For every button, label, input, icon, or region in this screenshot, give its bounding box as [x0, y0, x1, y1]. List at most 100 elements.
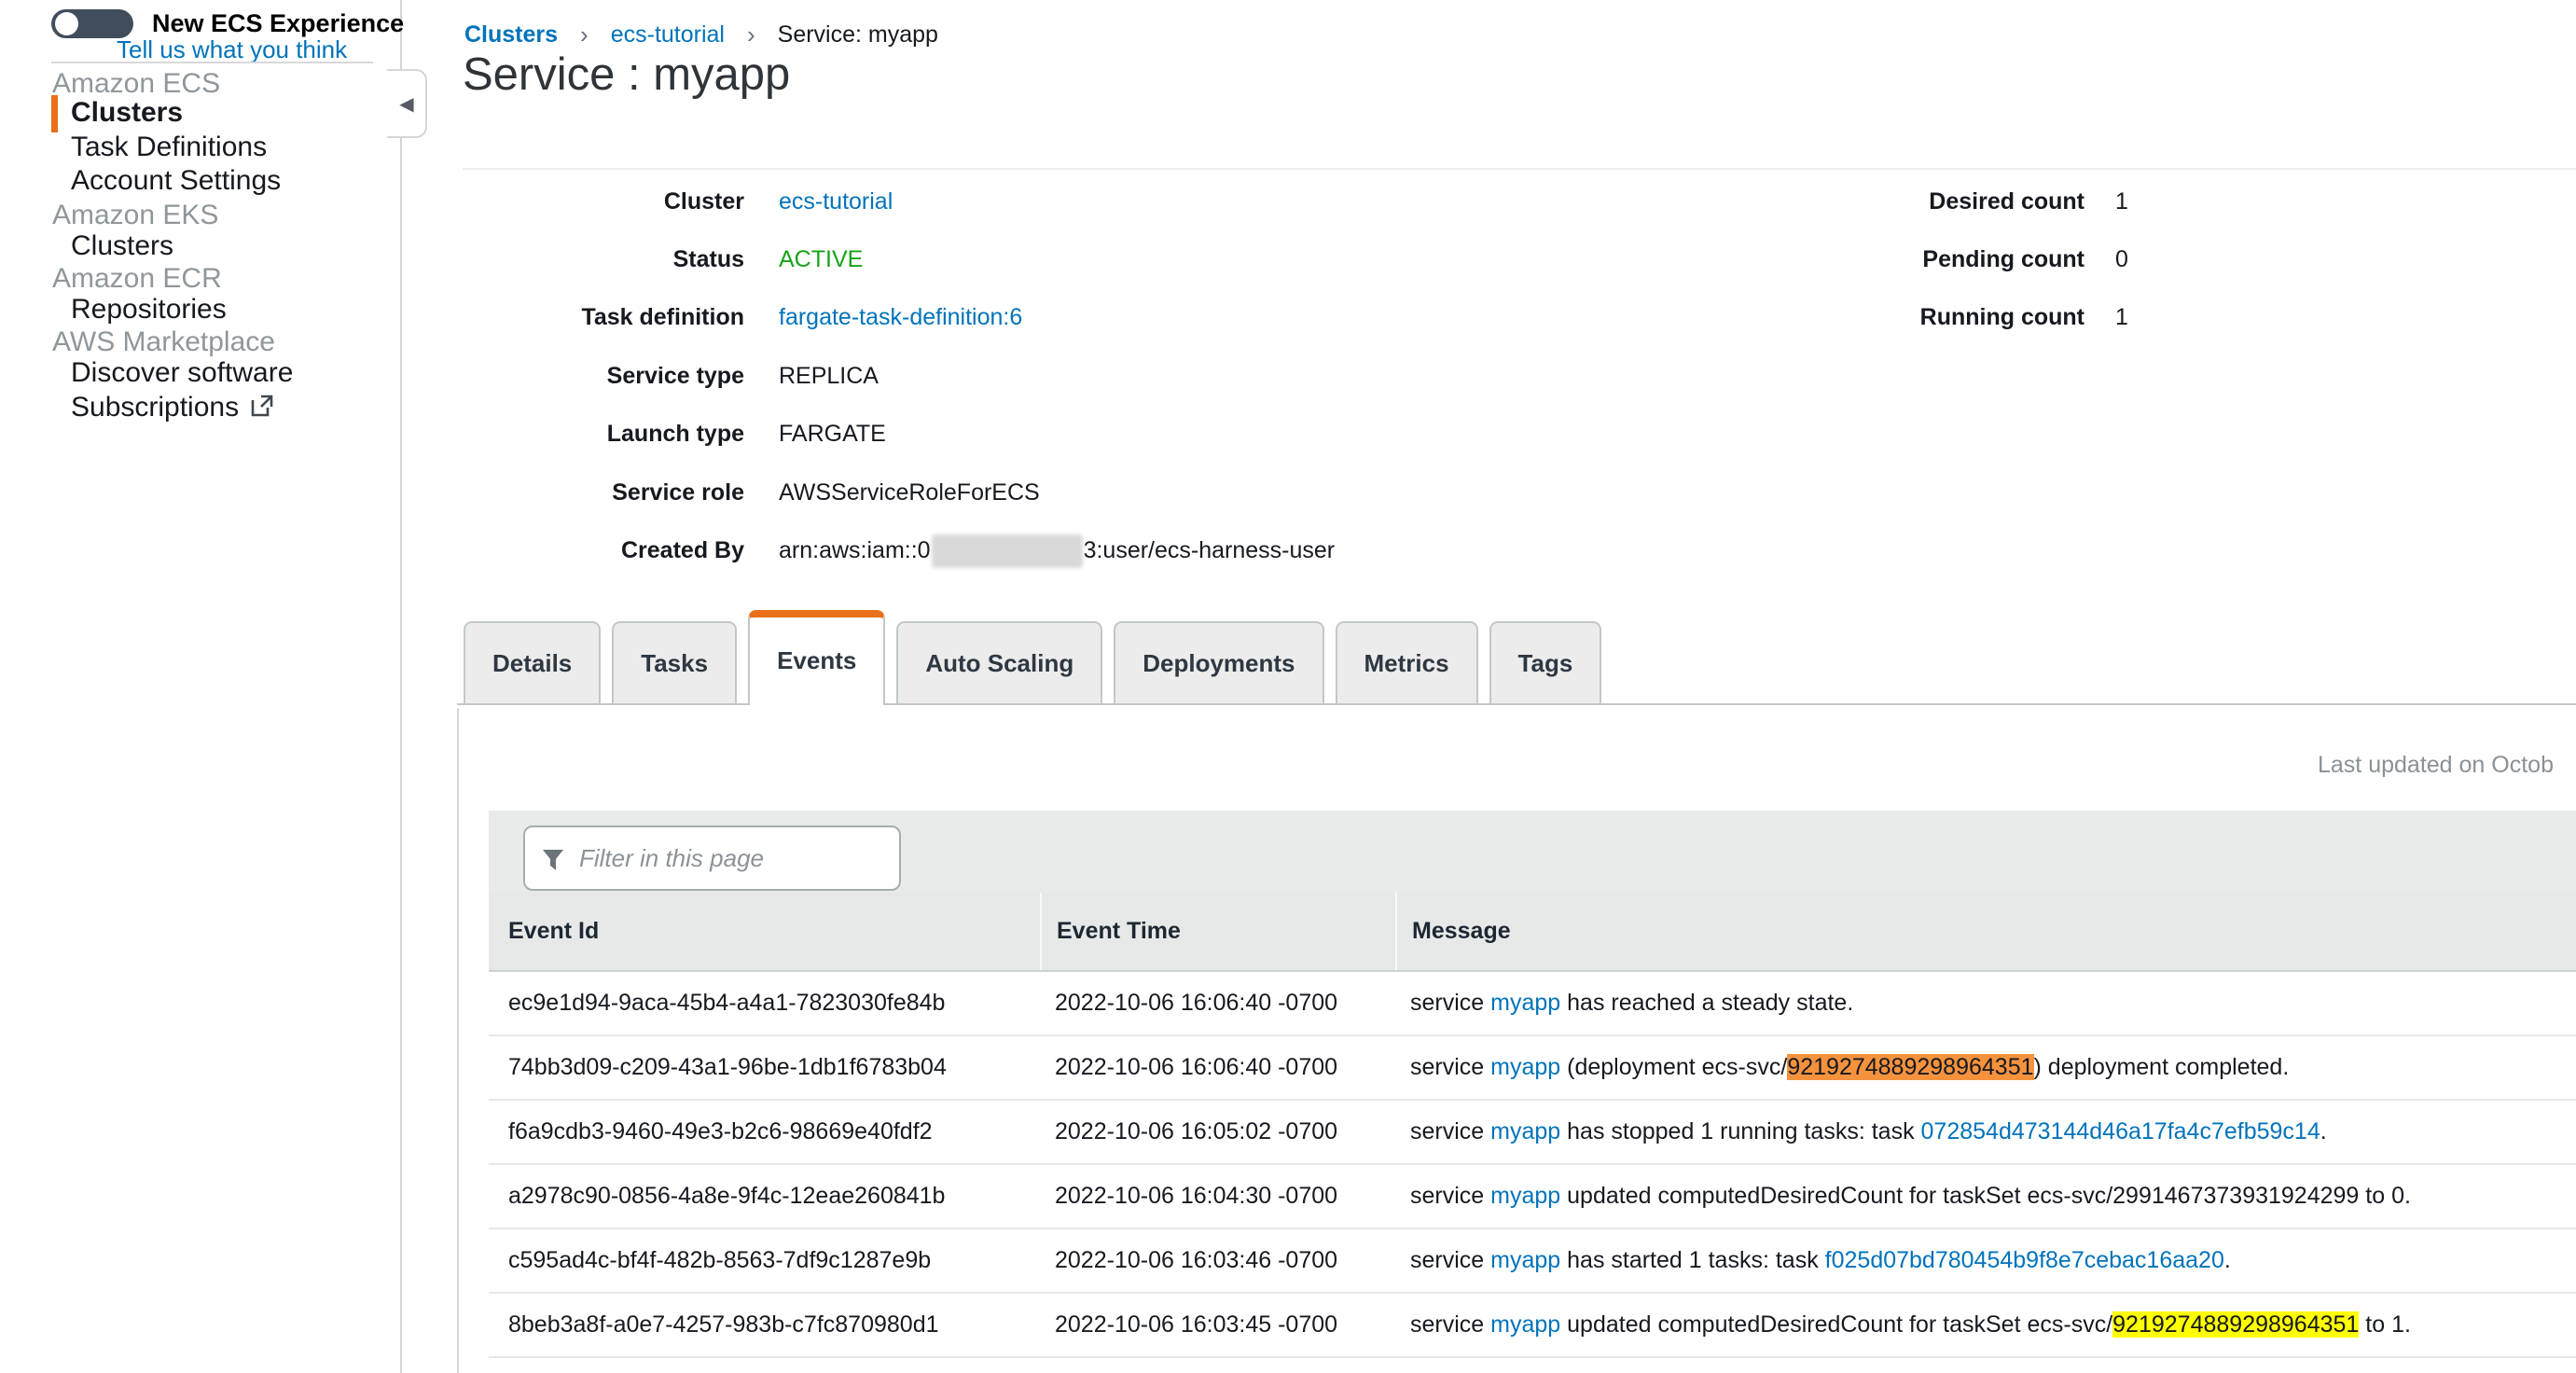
pending-count-value: 0 — [2115, 241, 2128, 278]
message-text: service — [1410, 1183, 1490, 1209]
message-link[interactable]: 072854d473144d46a17fa4c7efb59c14 — [1921, 1118, 2320, 1144]
last-updated-text: Last updated on Octob — [2318, 752, 2554, 779]
filter-strip — [489, 811, 2576, 893]
detail-label: Service type — [404, 357, 744, 395]
highlighted-deployment-id: 9219274889298964351 — [2112, 1311, 2359, 1338]
tab-strip: Details Tasks Events Auto Scaling Deploy… — [457, 613, 2576, 705]
message-text: has reached a steady state. — [1560, 990, 1853, 1016]
tab-metrics[interactable]: Metrics — [1336, 621, 1478, 703]
filter-box — [523, 825, 901, 891]
message-link[interactable]: myapp — [1490, 1247, 1560, 1273]
tab-auto-scaling[interactable]: Auto Scaling — [896, 621, 1102, 703]
message-link[interactable]: f025d07bd780454b9f8e7cebac16aa20 — [1825, 1247, 2224, 1273]
breadcrumb-clusters-link[interactable]: Clusters — [464, 21, 558, 49]
chevron-left-icon: ◀ — [399, 92, 413, 116]
message-text: . — [2224, 1247, 2231, 1273]
detail-label: Created By — [404, 532, 744, 569]
breadcrumb-current: Service: myapp — [778, 21, 938, 49]
created-by-value: arn:aws:iam::03:user/ecs-harness-user — [779, 532, 1335, 569]
sidebar-item-subscriptions[interactable]: Subscriptions — [0, 392, 274, 423]
sidebar-divider — [51, 62, 373, 63]
table-row: c595ad4c-bf4f-482b-8563-7df9c1287e9b 202… — [489, 1229, 2576, 1294]
tab-tags[interactable]: Tags — [1489, 621, 1602, 703]
sidebar-item-task-definitions[interactable]: Task Definitions — [0, 132, 267, 163]
column-header-event-id: Event Id — [489, 918, 1040, 945]
table-row: ec9e1d94-9aca-45b4-a4a1-7823030fe84b 202… — [489, 972, 2576, 1036]
sidebar-collapse-button[interactable]: ◀ — [386, 69, 427, 138]
active-indicator-bar — [51, 95, 58, 132]
section-header-amazon-eks: Amazon EKS — [0, 200, 218, 231]
new-ecs-experience-label: New ECS Experience — [152, 9, 404, 38]
message-text: service — [1410, 1247, 1490, 1273]
detail-row-service-role: Service role AWSServiceRoleForECS — [404, 474, 2576, 511]
message-link[interactable]: myapp — [1490, 1118, 1560, 1144]
redacted-account-id — [932, 534, 1083, 568]
feedback-link[interactable]: Tell us what you think — [117, 35, 347, 64]
table-header-row: Event Id Event Time Message — [489, 893, 2576, 972]
tab-events[interactable]: Events — [748, 610, 885, 705]
event-time-cell: 2022-10-06 16:03:46 -0700 — [1040, 1247, 1395, 1274]
event-message-cell: service myapp has started 1 tasks: task … — [1395, 1247, 2576, 1274]
event-id-cell: 8beb3a8f-a0e7-4257-983b-c7fc870980d1 — [489, 1311, 1040, 1338]
detail-value: AWSServiceRoleForECS — [779, 474, 1040, 511]
message-text: service — [1410, 990, 1490, 1016]
message-text: has started 1 tasks: task — [1560, 1247, 1824, 1273]
desired-count-value: 1 — [2115, 183, 2128, 220]
message-text: updated computedDesiredCount for taskSet… — [1560, 1311, 2112, 1338]
toggle-knob-icon — [55, 12, 78, 35]
event-id-cell: 74bb3d09-c209-43a1-96be-1db1f6783b04 — [489, 1054, 1040, 1081]
detail-row-created-by: Created By arn:aws:iam::03:user/ecs-harn… — [404, 532, 2576, 569]
external-link-icon — [250, 394, 274, 425]
message-text: (deployment ecs-svc/ — [1560, 1054, 1787, 1080]
tab-deployments[interactable]: Deployments — [1114, 621, 1323, 703]
page-title: Service : myapp — [463, 49, 790, 101]
message-link[interactable]: myapp — [1490, 1311, 1560, 1338]
sidebar-item-repositories[interactable]: Repositories — [0, 294, 227, 326]
table-row: 923b05c1-30b2-47bb-b535-9d2be22084e4 202… — [489, 1358, 2576, 1373]
events-table: Event Id Event Time Message ec9e1d94-9ac… — [489, 893, 2576, 1373]
sidebar-item-discover-software[interactable]: Discover software — [0, 357, 293, 389]
detail-value: FARGATE — [779, 415, 886, 452]
detail-label: Service role — [404, 474, 744, 511]
event-id-cell: ec9e1d94-9aca-45b4-a4a1-7823030fe84b — [489, 990, 1040, 1017]
tab-details[interactable]: Details — [464, 621, 601, 703]
event-time-cell: 2022-10-06 16:06:40 -0700 — [1040, 1054, 1395, 1081]
message-text: . — [2320, 1118, 2327, 1144]
event-message-cell: service myapp (deployment ecs-svc/921927… — [1395, 1054, 2576, 1081]
event-time-cell: 2022-10-06 16:03:45 -0700 — [1040, 1311, 1395, 1338]
event-id-cell: a2978c90-0856-4a8e-9f4c-12eae260841b — [489, 1183, 1040, 1210]
running-count-value: 1 — [2115, 298, 2128, 336]
table-row: a2978c90-0856-4a8e-9f4c-12eae260841b 202… — [489, 1165, 2576, 1229]
event-message-cell: service myapp has stopped 1 running task… — [1395, 1118, 2576, 1145]
table-row: 8beb3a8f-a0e7-4257-983b-c7fc870980d1 202… — [489, 1294, 2576, 1358]
new-ecs-experience-row: New ECS Experience — [51, 9, 404, 38]
table-row: f6a9cdb3-9460-49e3-b2c6-98669e40fdf2 202… — [489, 1101, 2576, 1165]
message-text: updated computedDesiredCount for taskSet… — [1560, 1183, 2411, 1209]
filter-input[interactable] — [525, 827, 899, 889]
message-text: service — [1410, 1118, 1490, 1144]
sidebar-item-clusters[interactable]: Clusters — [0, 95, 183, 132]
message-link[interactable]: myapp — [1490, 1183, 1560, 1209]
breadcrumb-separator: › — [747, 21, 755, 49]
tab-tasks[interactable]: Tasks — [612, 621, 737, 703]
event-time-cell: 2022-10-06 16:04:30 -0700 — [1040, 1183, 1395, 1210]
sidebar-item-account-settings[interactable]: Account Settings — [0, 165, 281, 197]
message-link[interactable]: myapp — [1490, 990, 1560, 1016]
message-link[interactable]: myapp — [1490, 1054, 1560, 1080]
new-ecs-experience-toggle[interactable] — [51, 9, 133, 38]
detail-row-launch-type: Launch type FARGATE — [404, 415, 2576, 452]
section-header-amazon-ecr: Amazon ECR — [0, 263, 222, 295]
event-message-cell: service myapp has reached a steady state… — [1395, 990, 2576, 1017]
sidebar: New ECS Experience Tell us what you thin… — [0, 0, 402, 1373]
breadcrumb-cluster-link[interactable]: ecs-tutorial — [611, 21, 725, 49]
sidebar-item-eks-clusters[interactable]: Clusters — [0, 230, 173, 262]
message-text: to 1. — [2359, 1311, 2411, 1338]
column-header-message: Message — [1395, 893, 2576, 970]
detail-label: Desired count — [1711, 183, 2084, 220]
message-text: has stopped 1 running tasks: task — [1560, 1118, 1920, 1144]
event-id-cell: c595ad4c-bf4f-482b-8563-7df9c1287e9b — [489, 1247, 1040, 1274]
events-panel: Last updated on Octob Event Id Event Tim… — [457, 708, 2576, 1373]
detail-row-pending-count: Pending count 0 — [404, 241, 2576, 278]
table-row: 74bb3d09-c209-43a1-96be-1db1f6783b04 202… — [489, 1036, 2576, 1101]
ecs-console-page: New ECS Experience Tell us what you thin… — [0, 0, 2576, 1373]
